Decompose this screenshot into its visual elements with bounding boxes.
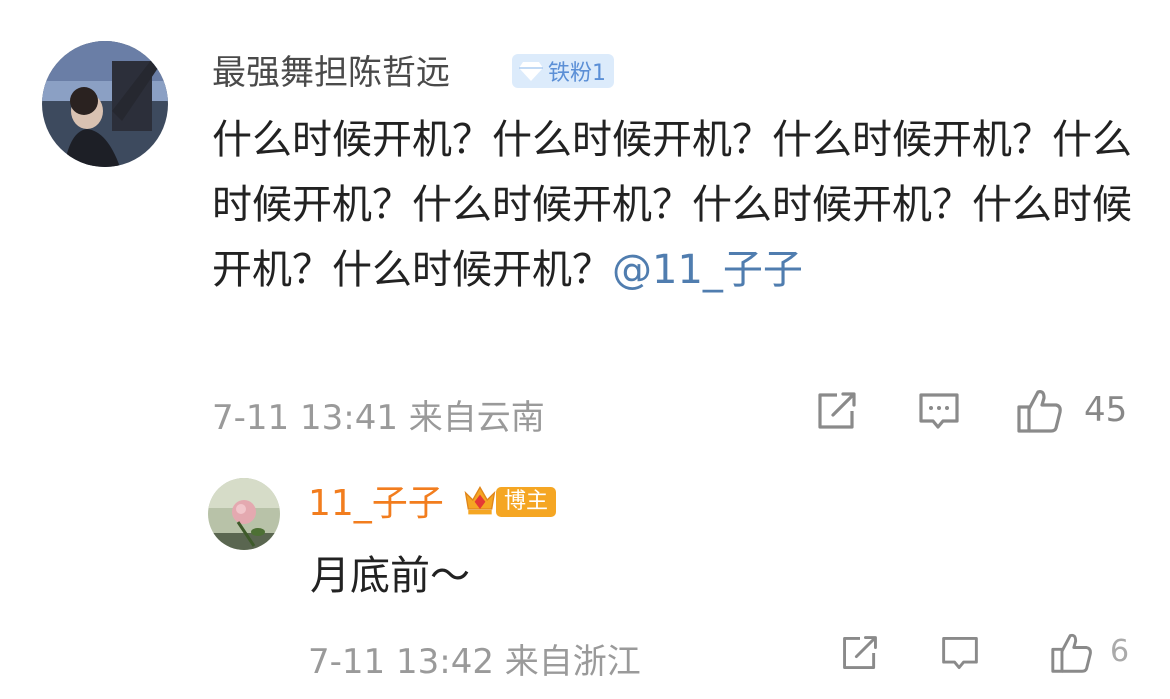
reply-location: 来自浙江 [504, 642, 641, 682]
crown-icon [464, 486, 496, 515]
avatar-photo [42, 41, 168, 167]
blogger-badge-label: 博主 [495, 487, 556, 517]
reply-text: 月底前～ [310, 553, 470, 599]
diamond-icon [519, 62, 543, 81]
reply-avatar[interactable] [208, 478, 280, 550]
comment-meta: 7-11 13:41 来自云南 [212, 390, 545, 439]
thumbs-up-icon [1017, 390, 1062, 433]
reply-like-button[interactable] [1050, 632, 1094, 674]
reply-like-count: 6 [1110, 634, 1130, 669]
reply-username[interactable]: 11_子子 [308, 484, 444, 524]
avatar-photo [208, 478, 280, 550]
comment-icon [942, 637, 978, 670]
fan-level-badge[interactable]: 铁粉1 [512, 54, 614, 88]
comment-time: 7-11 13:41 [212, 398, 398, 438]
fan-badge-label: 铁粉1 [548, 61, 606, 86]
comment-icon [919, 393, 959, 429]
reply-repost-button[interactable] [840, 634, 880, 672]
repost-button[interactable] [815, 391, 859, 431]
thumbs-up-icon [1051, 633, 1092, 673]
reply-comment-button[interactable] [940, 634, 980, 672]
repost-icon [818, 392, 856, 429]
commenter-username[interactable]: 最强舞担陈哲远 [212, 53, 450, 93]
reply-meta: 7-11 13:42 来自浙江 [308, 634, 641, 683]
comment-text: 什么时候开机？什么时候开机？什么时候开机？什么时候开机？什么时候开机？什么时候开… [212, 108, 1132, 303]
like-count: 45 [1084, 390, 1128, 430]
like-button[interactable] [1016, 388, 1064, 434]
comment-location: 来自云南 [408, 398, 545, 438]
repost-icon [843, 636, 877, 670]
blogger-badge[interactable]: 博主 [462, 485, 556, 519]
mention-link[interactable]: @11_子子 [612, 247, 803, 293]
commenter-avatar[interactable] [42, 41, 168, 167]
reply-time: 7-11 13:42 [308, 642, 494, 682]
comment-button[interactable] [917, 391, 961, 431]
